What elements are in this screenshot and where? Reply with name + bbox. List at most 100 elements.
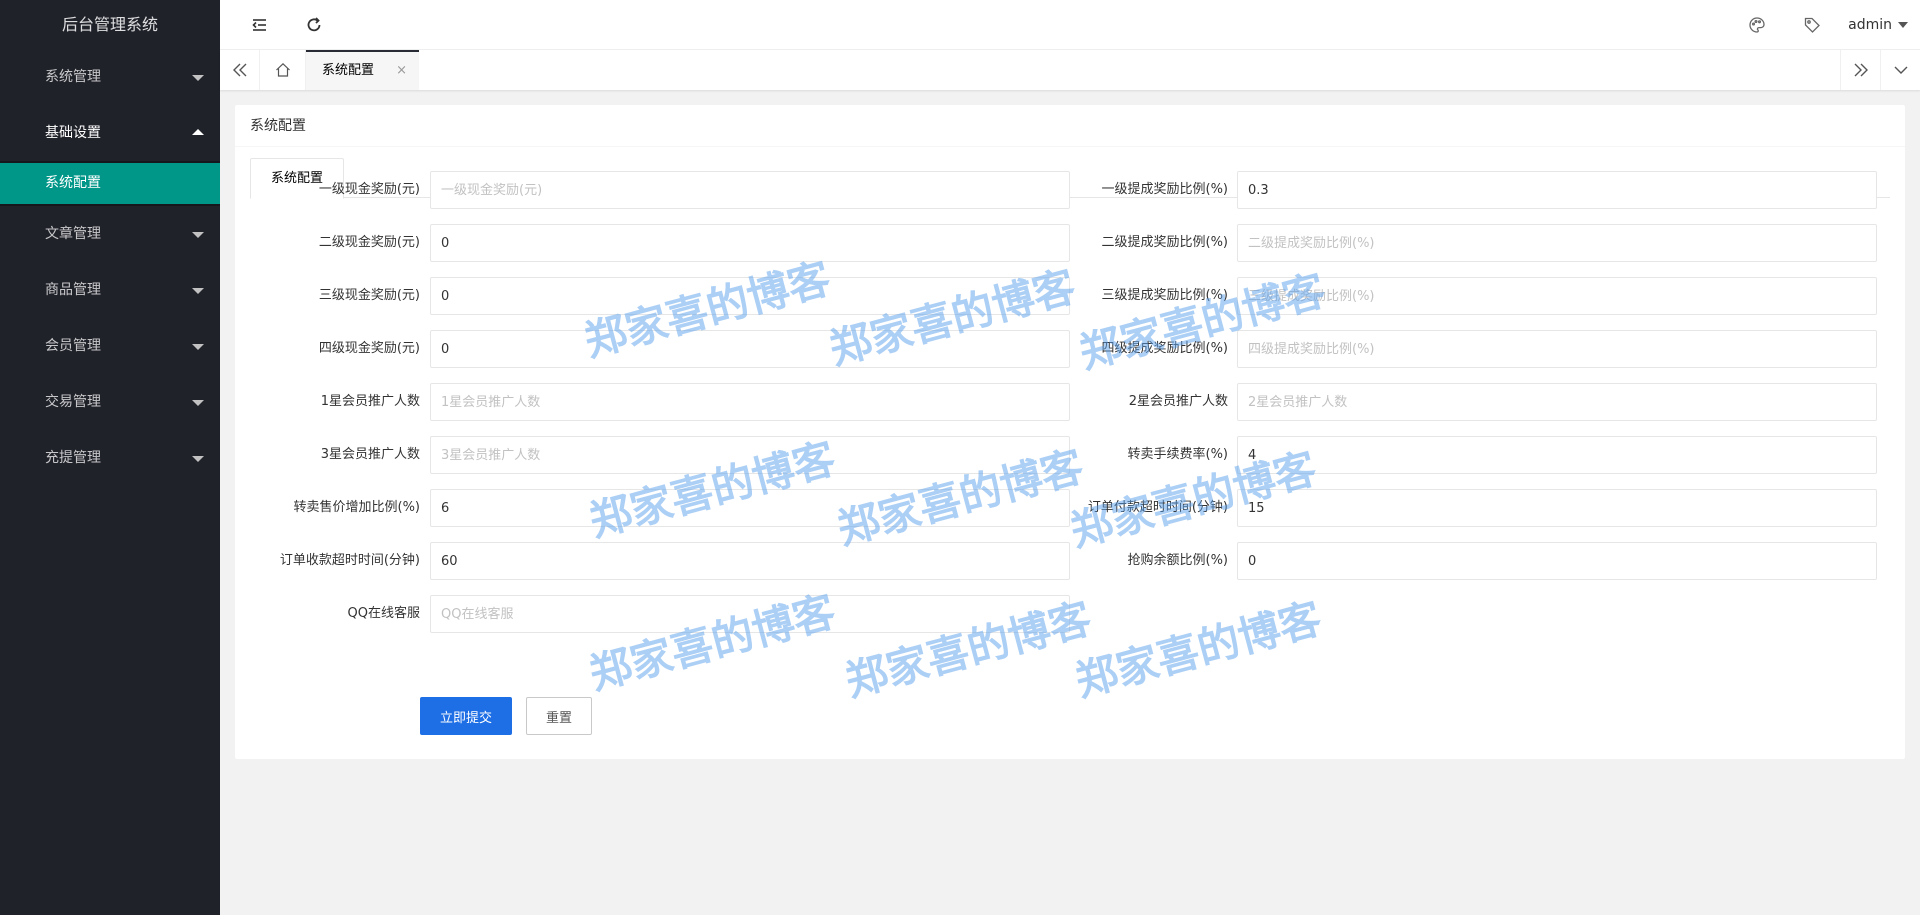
chevron-down-icon: [1894, 66, 1907, 74]
config-input[interactable]: [430, 542, 1070, 580]
refresh-icon[interactable]: [304, 15, 324, 35]
config-input[interactable]: [1237, 171, 1877, 209]
tab-system-config[interactable]: 系统配置 ×: [306, 50, 419, 90]
caret-down-icon: [192, 344, 204, 350]
config-input[interactable]: [1237, 542, 1877, 580]
menu-fold-icon[interactable]: [249, 15, 269, 35]
form-field: 一级提成奖励比例(%): [1045, 171, 1890, 209]
reset-button[interactable]: 重置: [526, 697, 592, 735]
submit-button[interactable]: 立即提交: [420, 697, 512, 735]
field-label: 转卖手续费率(%): [1127, 447, 1229, 462]
sidebar-item-members[interactable]: 会员管理: [0, 318, 220, 374]
field-label: 订单付款超时时间(分钟): [1087, 500, 1228, 515]
tabs-scroll-right-button[interactable]: [1840, 50, 1880, 90]
field-label: QQ在线客服: [347, 606, 420, 621]
config-input[interactable]: [430, 383, 1070, 421]
field-label: 一级提成奖励比例(%): [1101, 182, 1229, 197]
form-field: 一级现金奖励(元): [235, 171, 1070, 209]
config-input[interactable]: [430, 489, 1070, 527]
tab-label: 系统配置: [322, 63, 375, 78]
caret-down-icon: [192, 75, 204, 81]
field-label: 四级提成奖励比例(%): [1101, 341, 1229, 356]
caret-down-icon: [192, 288, 204, 294]
config-input[interactable]: [430, 330, 1070, 368]
form-field: 2星会员推广人数: [1045, 383, 1890, 421]
config-input[interactable]: [430, 277, 1070, 315]
config-input[interactable]: [1237, 277, 1877, 315]
double-chevron-left-icon: [232, 63, 246, 77]
sidebar-submenu: 系统配置: [0, 161, 220, 206]
caret-down-icon: [192, 400, 204, 406]
sidebar-item-label: 充提管理: [45, 450, 101, 466]
form-field: 3星会员推广人数: [235, 436, 1070, 474]
config-input[interactable]: [1237, 330, 1877, 368]
page-tabs-bar: 系统配置 ×: [220, 50, 1920, 90]
config-input[interactable]: [1237, 383, 1877, 421]
field-label: 订单收款超时时间(分钟): [279, 553, 420, 568]
theme-palette-icon[interactable]: [1747, 15, 1767, 35]
sidebar-item-label: 商品管理: [45, 282, 101, 298]
field-label: 三级现金奖励(元): [318, 288, 420, 303]
form-field: 二级现金奖励(元): [235, 224, 1070, 262]
tabs-menu-button[interactable]: [1880, 50, 1920, 90]
field-label: 二级现金奖励(元): [318, 235, 420, 250]
form-field: 三级现金奖励(元): [235, 277, 1070, 315]
close-icon[interactable]: ×: [396, 52, 407, 90]
field-label: 转卖售价增加比例(%): [293, 500, 421, 515]
sidebar-item-recharge[interactable]: 充提管理: [0, 430, 220, 486]
form-field: 四级提成奖励比例(%): [1045, 330, 1890, 368]
card-title: 系统配置: [235, 105, 1905, 147]
field-label: 3星会员推广人数: [320, 447, 420, 462]
double-chevron-right-icon: [1854, 63, 1868, 77]
field-label: 四级现金奖励(元): [318, 341, 420, 356]
top-header: admin: [220, 0, 1920, 50]
home-tab-button[interactable]: [260, 50, 306, 90]
config-input[interactable]: [1237, 224, 1877, 262]
form-field: 转卖售价增加比例(%): [235, 489, 1070, 527]
app-title: 后台管理系统: [61, 15, 158, 34]
caret-down-icon: [192, 456, 204, 462]
caret-down-icon: [192, 232, 204, 238]
sidebar-subitem-system-config[interactable]: 系统配置: [0, 163, 220, 204]
config-input[interactable]: [430, 171, 1070, 209]
field-label: 三级提成奖励比例(%): [1101, 288, 1229, 303]
sidebar-item-label: 系统管理: [45, 69, 101, 85]
form-field: QQ在线客服: [235, 595, 1070, 633]
field-label: 一级现金奖励(元): [318, 182, 420, 197]
sidebar-item-articles[interactable]: 文章管理: [0, 206, 220, 262]
sidebar-item-products[interactable]: 商品管理: [0, 262, 220, 318]
field-label: 1星会员推广人数: [320, 394, 420, 409]
form-field: 转卖手续费率(%): [1045, 436, 1890, 474]
form-field: 1星会员推广人数: [235, 383, 1070, 421]
sidebar-item-basic-settings[interactable]: 基础设置: [0, 105, 220, 161]
field-label: 二级提成奖励比例(%): [1101, 235, 1229, 250]
caret-down-icon: [1898, 22, 1908, 28]
config-input[interactable]: [1237, 489, 1877, 527]
sidebar-item-label: 基础设置: [45, 125, 101, 141]
form-field: 订单收款超时时间(分钟): [235, 542, 1070, 580]
field-label: 抢购余额比例(%): [1127, 553, 1229, 568]
user-menu[interactable]: admin: [1848, 0, 1910, 50]
home-icon: [275, 62, 290, 77]
config-input[interactable]: [430, 436, 1070, 474]
config-input[interactable]: [430, 595, 1070, 633]
tabs-scroll-left-button[interactable]: [220, 50, 260, 90]
caret-up-icon: [192, 129, 204, 135]
sidebar-item-label: 会员管理: [45, 338, 101, 354]
sidebar-item-trades[interactable]: 交易管理: [0, 374, 220, 430]
form-field: 四级现金奖励(元): [235, 330, 1070, 368]
tag-icon[interactable]: [1802, 15, 1822, 35]
field-label: 2星会员推广人数: [1128, 394, 1228, 409]
form-field: 订单付款超时时间(分钟): [1045, 489, 1890, 527]
username: admin: [1848, 17, 1892, 33]
config-card: 系统配置 系统配置 一级现金奖励(元)一级提成奖励比例(%)二级现金奖励(元)二…: [235, 105, 1905, 759]
config-input[interactable]: [430, 224, 1070, 262]
sidebar-item-label: 文章管理: [45, 226, 101, 242]
sidebar-item-label: 交易管理: [45, 394, 101, 410]
sidebar: 后台管理系统 系统管理 基础设置 系统配置 文章管理 商品管理 会员管理 交易管…: [0, 0, 220, 915]
form-field: 三级提成奖励比例(%): [1045, 277, 1890, 315]
form-field: 二级提成奖励比例(%): [1045, 224, 1890, 262]
config-input[interactable]: [1237, 436, 1877, 474]
form-field: 抢购余额比例(%): [1045, 542, 1890, 580]
sidebar-item-system[interactable]: 系统管理: [0, 49, 220, 105]
